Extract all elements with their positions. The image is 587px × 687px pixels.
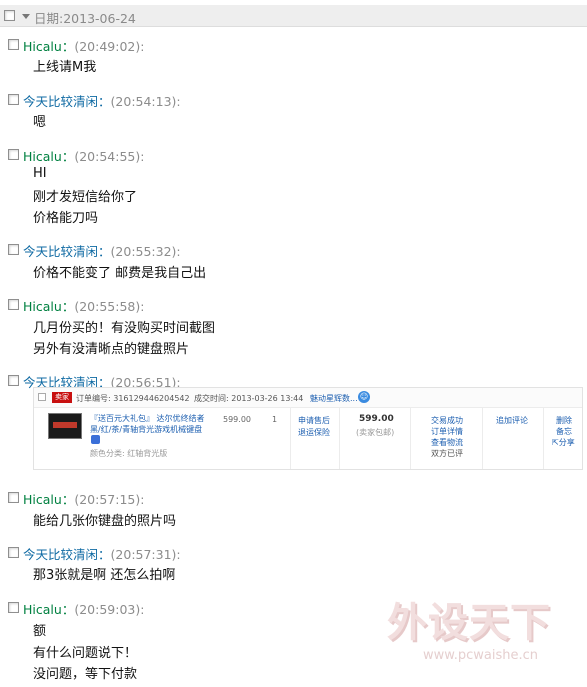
message-header: Hicalu：(20:54:55): [23,149,145,164]
message-header: Hicalu：(20:55:58): [23,299,145,314]
quantity: 1 [272,415,278,424]
message-line: HI [33,166,47,181]
shop-badge: 卖家 [52,392,72,403]
divider [482,408,483,469]
deal-time: 成交时间: 2013-03-26 13:44 [194,394,304,403]
sender-name: Hicalu [23,39,62,54]
sender-name: 今天比较清闲 [23,244,99,259]
watermark-url: www.pcwaishe.cn [423,648,538,663]
trade-status: 交易成功 [431,416,463,425]
message-time: (20:55:58): [74,299,145,314]
message-header: 今天比较清闲：(20:55:32): [23,244,181,259]
message-line: 那3张就是啊 还怎么拍啊 [33,568,176,583]
delete-link: 删除 [556,416,572,425]
message-time: (20:57:15): [74,492,145,507]
message-time: (20:54:13): [110,94,181,109]
after-sale-link: 申请售后 [298,416,330,425]
message-time: (20:54:55): [74,149,145,164]
message-header: 今天比较清闲：(20:54:13): [23,94,181,109]
sender-name: Hicalu [23,492,62,507]
message-line: 上线请M我 [33,60,97,75]
message-line: 额 [33,624,47,639]
message-line: 能给几张你键盘的照片吗 [33,514,177,529]
sender-name: Hicalu [23,149,62,164]
date-header-bar[interactable]: 日期:2013-06-24 [0,5,587,27]
rating-status: 双方已评 [431,449,463,458]
message-header: Hicalu：(20:49:02): [23,39,145,54]
sender-name: 今天比较清闲 [23,547,99,562]
sender-name: Hicalu [23,602,62,617]
message-line: 几月份买的！有没购买时间截图 [33,321,216,336]
add-review-link: 追加评论 [496,416,528,425]
date-checkbox[interactable] [4,10,15,21]
message-time: (20:49:02): [74,39,145,54]
sender-name: 今天比较清闲 [23,94,99,109]
divider [543,408,544,469]
watermark-brand: 外设天下 [387,600,551,646]
product-title: 黑/红/茶/青轴背光游戏机械键盘 [90,425,203,434]
product-spec: 颜色分类: 红轴背光版 [90,449,168,458]
message-header: Hicalu：(20:57:15): [23,492,145,507]
message-line: 价格不能变了 邮费是我自己出 [33,266,207,281]
message-time: (20:55:32): [110,244,181,259]
unit-price: 599.00 [223,415,251,424]
message-checkbox[interactable] [8,492,19,503]
product-thumbnail [48,413,82,439]
logistics-link: 查看物流 [431,438,463,447]
share-label: 分享 [558,438,575,447]
order-number: 订单编号: 316129446204542 [76,394,190,403]
memo-link: 备忘 [556,427,572,436]
order-checkbox [38,393,46,401]
sender-name: Hicalu [23,299,62,314]
message-line: 有什么问题说下！ [33,646,138,661]
message-line: 嗯 [33,115,47,130]
divider [410,408,411,469]
share-icon: ⇱ [552,438,559,447]
order-screenshot[interactable]: 卖家 订单编号: 316129446204542 成交时间: 2013-03-2… [33,387,583,470]
shipping-note: (卖家包邮) [356,428,395,437]
message-line: 没问题，等下付款 [33,667,138,682]
message-line: 刚才发短信给你了 [33,190,138,205]
collapse-triangle-icon[interactable] [22,14,30,19]
divider [339,408,340,469]
seller-name: 魅动星辉数... [310,394,358,403]
date-label: 日期:2013-06-24 [34,11,136,26]
message-time: (20:59:03): [74,602,145,617]
message-checkbox[interactable] [8,94,19,105]
product-title: 『送百元大礼包』 达尔优终结者 [90,414,205,423]
insurance-link: 退运保险 [298,428,330,437]
message-checkbox[interactable] [8,244,19,255]
watermark-logo: 外设天下 www.pcwaishe.cn [385,588,585,668]
message-checkbox[interactable] [8,149,19,160]
message-line: 另外有没清晰点的键盘照片 [33,342,190,357]
order-header: 卖家 订单编号: 316129446204542 成交时间: 2013-03-2… [34,388,582,408]
message-time: (20:57:31): [110,547,181,562]
message-checkbox[interactable] [8,602,19,613]
share-link: ⇱分享 [552,437,575,448]
message-checkbox[interactable] [8,39,19,50]
message-line: 价格能刀吗 [33,211,99,226]
divider [290,408,291,469]
message-header: Hicalu：(20:59:03): [23,602,145,617]
order-detail-link: 订单详情 [431,427,463,436]
guarantee-icon [91,435,100,444]
message-checkbox[interactable] [8,547,19,558]
wangwang-icon: ☺ [358,391,370,403]
message-checkbox[interactable] [8,299,19,310]
message-header: 今天比较清闲：(20:57:31): [23,547,181,562]
order-total: 599.00 [359,414,394,424]
message-checkbox[interactable] [8,375,19,386]
